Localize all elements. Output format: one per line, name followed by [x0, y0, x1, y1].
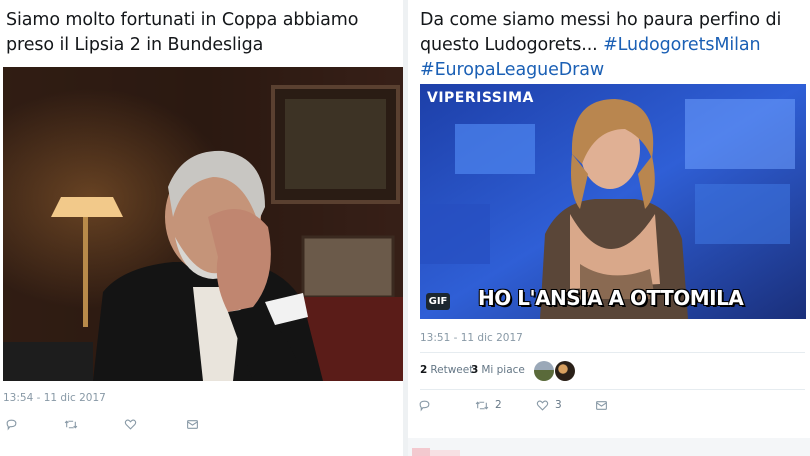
likes-label: Mi piace [481, 364, 525, 376]
tweet-actions [0, 414, 260, 434]
retweet-button[interactable] [64, 414, 78, 434]
reply-button[interactable] [418, 395, 431, 415]
tweet-photo[interactable] [3, 67, 403, 381]
message-icon [596, 400, 607, 410]
next-tweet-thumbnail-edge [412, 448, 430, 456]
direct-message-button[interactable] [595, 395, 608, 415]
gif-watermark: VIPERISSIMA [427, 90, 534, 106]
reply-icon [419, 400, 430, 411]
retweets-count: 2 [420, 364, 428, 376]
tweet-1: Siamo molto fortunati in Coppa abbiamo p… [0, 0, 403, 456]
likes-stat[interactable]: 3 Mi piace [471, 364, 525, 376]
reply-button[interactable] [5, 414, 18, 434]
retweet-icon [64, 420, 78, 428]
message-icon [187, 419, 198, 429]
heart-icon [536, 400, 549, 411]
gif-caption: HO L'ANSIA A OTTOMILA [478, 286, 744, 310]
gif-badge: GIF [426, 293, 450, 310]
next-tweet-edge [408, 438, 810, 456]
liker-avatar[interactable] [555, 361, 575, 381]
tweet-text: Da come siamo messi ho paura perfino di … [420, 8, 808, 83]
likes-count: 3 [471, 364, 479, 376]
heart-icon [124, 419, 137, 430]
like-button[interactable] [124, 414, 137, 434]
hashtag-link[interactable]: #LudogoretsMilan [603, 35, 761, 55]
reply-icon [6, 419, 17, 430]
next-tweet-thumbnail-edge [430, 450, 460, 456]
tweet-text: Siamo molto fortunati in Coppa abbiamo p… [6, 10, 359, 55]
retweets-label: Retweet [430, 364, 474, 376]
tweet-stats: 2 Retweet 3 Mi piace [420, 352, 805, 390]
man-facepalm-image [3, 67, 403, 381]
woman-gif-image [420, 84, 806, 319]
hashtag-link[interactable]: #EuropaLeagueDraw [420, 60, 604, 80]
tweet-timestamp[interactable]: 13:51 - 11 dic 2017 [420, 332, 523, 344]
like-count: 3 [555, 399, 562, 411]
retweet-button[interactable]: 2 [475, 395, 502, 415]
tweet-gif[interactable]: VIPERISSIMA GIF HO L'ANSIA A OTTOMILA [420, 84, 806, 319]
like-button[interactable]: 3 [536, 395, 562, 415]
liker-avatar[interactable] [534, 361, 554, 381]
tweet-timestamp[interactable]: 13:54 - 11 dic 2017 [3, 392, 106, 404]
retweets-stat[interactable]: 2 Retweet [420, 364, 473, 376]
direct-message-button[interactable] [186, 414, 199, 434]
tweet-actions: 2 3 [412, 395, 672, 415]
retweet-icon [475, 401, 489, 409]
retweet-count: 2 [495, 399, 502, 411]
